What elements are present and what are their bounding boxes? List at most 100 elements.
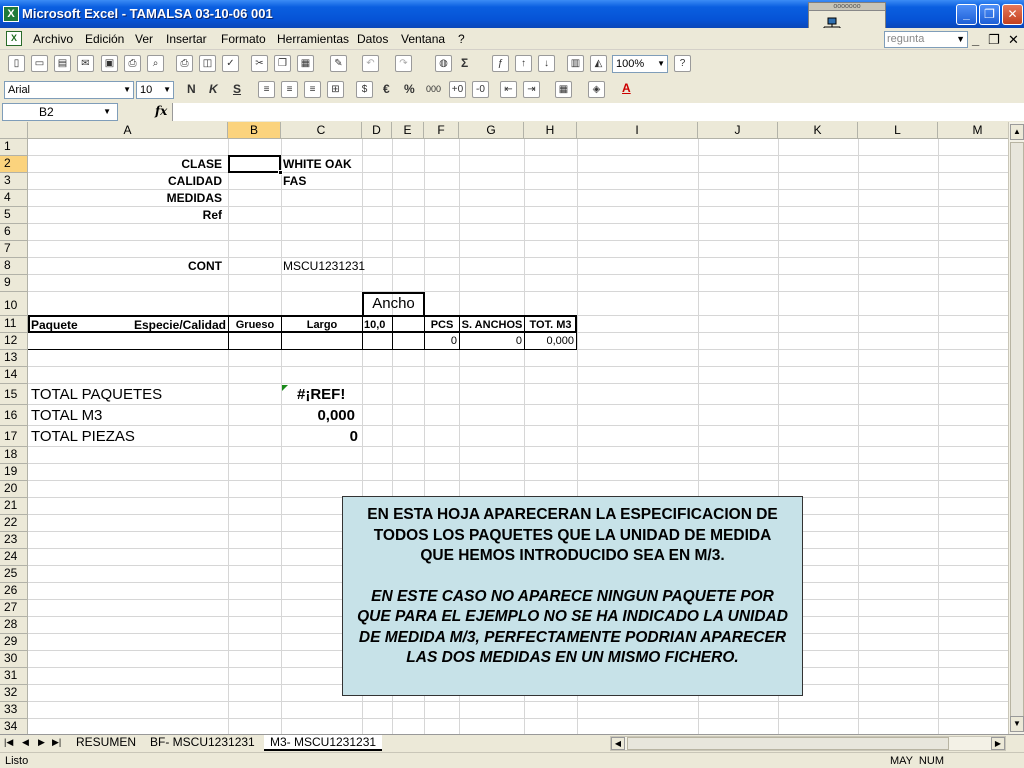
spelling-icon[interactable]: ✓ [222,55,239,72]
row-header-6[interactable]: 6 [0,224,28,241]
sheet-tab-m3[interactable]: M3- MSCU1231231 [264,735,383,751]
chevron-down-icon[interactable]: ▼ [123,82,131,98]
note-textbox[interactable]: EN ESTA HOJA APARECERAN LA ESPECIFICACIO… [342,496,803,696]
row-header-25[interactable]: 25 [0,566,28,583]
preview-icon[interactable]: ◫ [199,55,216,72]
menu-help[interactable]: ? [458,32,465,46]
row-header-10[interactable]: 10 [0,292,28,316]
cell-c8[interactable]: MSCU1231231 [283,259,365,273]
select-all-corner[interactable] [0,122,28,139]
floating-window-caption[interactable]: ooooooo [809,3,885,11]
row-header-11[interactable]: 11 [0,316,28,333]
align-right-icon[interactable]: ≡ [304,81,321,98]
cell-a3[interactable]: CALIDAD [30,174,222,188]
cell-c15[interactable]: #¡REF! [297,386,345,403]
undo-icon[interactable]: ↶ [362,55,379,72]
scroll-thumb[interactable] [1010,142,1024,720]
cell-a4[interactable]: MEDIDAS [30,191,222,205]
print-icon[interactable]: ⎙ [124,55,141,72]
row-header-1[interactable]: 1 [0,139,28,156]
increase-decimal-icon[interactable]: +0 [449,81,466,98]
drawing-icon[interactable]: ◭ [590,55,607,72]
row-header-28[interactable]: 28 [0,617,28,634]
menu-edicion[interactable]: Edición [85,32,124,46]
cell-h11[interactable]: TOT. M3 [525,319,576,331]
cell-a11-paquete[interactable]: Paquete [31,318,78,332]
col-header-i[interactable]: I [577,122,698,139]
cell-g11[interactable]: S. ANCHOS [460,319,524,331]
last-sheet-icon[interactable]: ▶| [52,737,61,748]
decrease-indent-icon[interactable]: ⇤ [500,81,517,98]
row-header-13[interactable]: 13 [0,350,28,367]
row-header-20[interactable]: 20 [0,481,28,498]
col-header-e[interactable]: E [392,122,424,139]
chevron-down-icon[interactable]: ▼ [103,104,111,120]
percent-button[interactable]: % [404,82,415,96]
row-header-7[interactable]: 7 [0,241,28,258]
menu-ver[interactable]: Ver [135,32,153,46]
fill-color-icon[interactable]: ◈ [588,81,605,98]
cell-c3[interactable]: FAS [283,174,306,188]
printer-icon[interactable]: ⎙ [176,55,193,72]
save-icon[interactable]: ▣ [101,55,118,72]
first-sheet-icon[interactable]: |◀ [4,737,13,748]
function-icon[interactable]: ƒ [492,55,509,72]
sheet-tab-resumen[interactable]: RESUMEN [70,735,142,751]
cell-c16[interactable]: 0,000 [283,407,355,424]
doc-minimize-button[interactable]: _ [972,32,979,47]
menu-datos[interactable]: Datos [357,32,388,46]
workbook-icon[interactable]: X [6,31,22,46]
col-header-m[interactable]: M [938,122,1008,139]
autosum-icon[interactable]: Σ [461,56,468,70]
cell-a16[interactable]: TOTAL M3 [31,407,102,424]
row-header-33[interactable]: 33 [0,702,28,719]
format-painter-icon[interactable]: ✎ [330,55,347,72]
scroll-right-icon[interactable]: ▶ [991,737,1005,750]
menu-insertar[interactable]: Insertar [166,32,207,46]
fx-icon[interactable]: fx [155,104,167,118]
col-header-c[interactable]: C [281,122,362,139]
cut-icon[interactable]: ✂ [251,55,268,72]
row-header-4[interactable]: 4 [0,190,28,207]
fill-handle[interactable] [278,170,283,175]
cell-a8[interactable]: CONT [30,259,222,273]
row-header-3[interactable]: 3 [0,173,28,190]
copy-icon[interactable]: ❐ [274,55,291,72]
increase-indent-icon[interactable]: ⇥ [523,81,540,98]
row-header-27[interactable]: 27 [0,600,28,617]
zoom-select[interactable]: 100% ▼ [612,55,668,73]
formula-input[interactable] [172,103,1024,121]
align-center-icon[interactable]: ≡ [281,81,298,98]
col-header-l[interactable]: L [858,122,938,139]
col-header-h[interactable]: H [524,122,577,139]
cell-a15[interactable]: TOTAL PAQUETES [31,386,162,403]
row-header-5[interactable]: 5 [0,207,28,224]
cell-c17[interactable]: 0 [283,428,358,445]
row-header-31[interactable]: 31 [0,668,28,685]
col-header-j[interactable]: J [698,122,778,139]
cell-c11[interactable]: Largo [282,319,362,331]
col-header-k[interactable]: K [778,122,858,139]
cell-d11[interactable]: 10,0 [364,319,385,331]
close-button[interactable]: ✕ [1002,4,1023,25]
row-header-22[interactable]: 22 [0,515,28,532]
paste-icon[interactable]: ▦ [297,55,314,72]
cell-b11[interactable]: Grueso [229,319,281,331]
col-header-f[interactable]: F [424,122,459,139]
error-indicator[interactable] [282,385,288,391]
font-size-select[interactable]: 10 ▼ [136,81,174,99]
cell-c2[interactable]: WHITE OAK [283,157,352,171]
row-header-19[interactable]: 19 [0,464,28,481]
bold-button[interactable]: N [187,82,196,96]
row-header-29[interactable]: 29 [0,634,28,651]
chevron-down-icon[interactable]: ▼ [956,32,965,47]
open-folder-icon[interactable]: ▭ [31,55,48,72]
row-header-17[interactable]: 17 [0,426,28,447]
underline-button[interactable]: S [233,82,241,96]
cell-a2[interactable]: CLASE [30,157,222,171]
col-header-g[interactable]: G [459,122,524,139]
row-header-14[interactable]: 14 [0,367,28,384]
active-cell-b2[interactable] [228,155,283,175]
thousands-button[interactable]: 000 [426,84,441,94]
row-header-15[interactable]: 15 [0,384,28,405]
